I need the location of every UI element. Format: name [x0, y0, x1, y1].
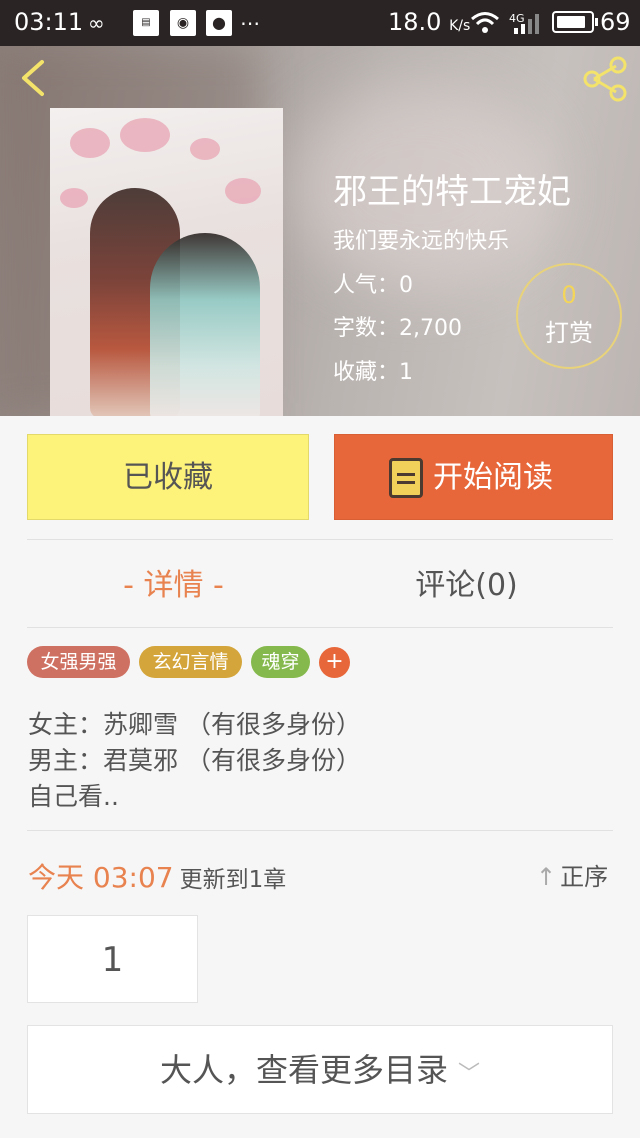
battery-level: 69 [600, 8, 631, 36]
book-description: 女主：苏卿雪 （有很多身份） 男主：君莫邪 （有很多身份） 自己看.. [28, 707, 361, 815]
divider [27, 627, 613, 628]
wifi-icon [471, 12, 499, 33]
book-header: 邪王的特工宠妃 我们要永远的快乐 人气：0 字数：2,700 收藏：1 0 打赏 [0, 46, 640, 416]
tab-comments[interactable]: 评论(0) [320, 560, 613, 604]
book-cover-image [50, 108, 283, 416]
popularity-stat: 人气：0 [333, 273, 413, 298]
divider [27, 830, 613, 831]
description-line: 男主：君莫邪 （有很多身份） [28, 746, 361, 775]
status-time: 03:11 [14, 8, 84, 36]
news-icon: ▤ [133, 10, 159, 36]
update-info: 今天 03:07 更新到1章 [28, 856, 286, 896]
tag-item[interactable]: 女强男强 [27, 646, 130, 678]
radio-icon: ◉ [170, 10, 196, 36]
tip-button[interactable]: 0 打赏 [516, 263, 622, 369]
sort-order-button[interactable]: ↑ 正序 [536, 857, 608, 892]
add-tag-button[interactable]: + [319, 647, 350, 678]
tip-count: 0 [561, 281, 577, 309]
battery-icon [552, 11, 598, 33]
start-reading-label: 开始阅读 [433, 460, 553, 495]
more-catalog-button[interactable]: 大人，查看更多目录 ﹀ [27, 1025, 613, 1114]
update-time: 今天 03:07 [28, 861, 174, 894]
share-icon[interactable] [580, 54, 630, 104]
tag-item[interactable]: 玄幻言情 [139, 646, 242, 678]
book-icon [389, 458, 423, 498]
chevron-down-icon: ﹀ [458, 1062, 481, 1087]
start-reading-button[interactable]: 开始阅读 [334, 434, 613, 520]
update-text: 更新到1章 [179, 867, 287, 893]
signal-icon [514, 14, 539, 34]
favorited-button[interactable]: 已收藏 [27, 434, 309, 520]
infinity-icon: ∞ [88, 11, 105, 35]
more-catalog-label: 大人，查看更多目录 [159, 1051, 448, 1089]
tip-label: 打赏 [545, 319, 593, 347]
description-line: 女主：苏卿雪 （有很多身份） [28, 710, 361, 739]
word-count-stat: 字数：2,700 [333, 316, 462, 341]
paw-icon: ● [206, 10, 232, 36]
description-line: 自己看.. [28, 782, 119, 811]
favorites-stat: 收藏：1 [333, 360, 413, 385]
more-icon: ⋯ [240, 11, 260, 35]
chapter-item[interactable]: 1 [27, 915, 198, 1003]
book-title: 邪王的特工宠妃 [333, 172, 571, 212]
book-author[interactable]: 我们要永远的快乐 [333, 223, 509, 255]
back-icon[interactable] [14, 58, 54, 98]
divider [27, 539, 613, 540]
network-speed: 18.0 K/s [388, 8, 471, 36]
status-bar: 03:11 ∞ ▤ ◉ ● ⋯ 18.0 K/s 4G 69 [0, 0, 640, 46]
sort-label: 正序 [560, 863, 609, 891]
tag-item[interactable]: 魂穿 [251, 646, 310, 678]
tab-detail[interactable]: - 详情 - [27, 560, 320, 604]
arrow-up-icon: ↑ [536, 863, 557, 891]
